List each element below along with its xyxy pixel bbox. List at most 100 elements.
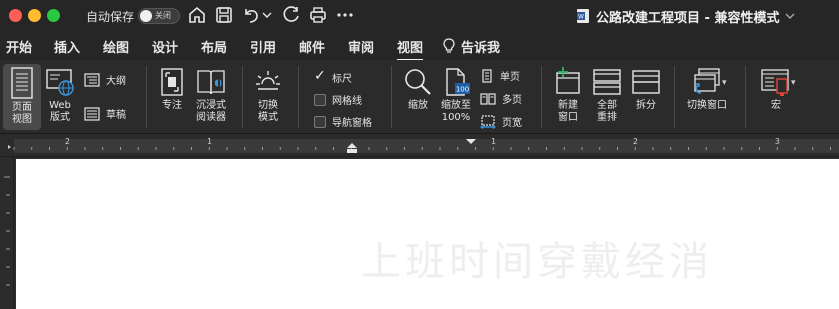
zoom-window-button[interactable]: [47, 9, 60, 22]
immersive-reader-button[interactable]: 沉浸式 阅读器: [191, 67, 231, 129]
tab-design[interactable]: 设计: [152, 37, 178, 56]
tab-layout[interactable]: 布局: [201, 37, 227, 56]
chevron-down-icon[interactable]: [785, 11, 795, 21]
document-title: 公路改建工程项目 - 兼容性模式: [596, 10, 780, 26]
vertical-ruler[interactable]: [0, 157, 14, 309]
ribbon-separator: [242, 66, 243, 128]
minimize-window-button[interactable]: [28, 9, 41, 22]
more-icon[interactable]: [335, 5, 355, 25]
switch-window-label: 切换窗口: [687, 100, 727, 111]
ribbon-separator: [745, 66, 746, 128]
zoom-100-icon: 100: [446, 68, 470, 96]
document-title-area[interactable]: W 公路改建工程项目 - 兼容性模式: [576, 7, 795, 26]
switch-mode-button[interactable]: 切换 模式: [250, 67, 286, 129]
tab-mailings[interactable]: 邮件: [299, 37, 325, 56]
new-window-button[interactable]: 新建 窗口: [550, 67, 586, 129]
ribbon-separator: [674, 66, 675, 128]
ruler-number: 3: [775, 137, 780, 146]
page-view-button[interactable]: 页面 视图: [3, 64, 41, 130]
ruler-number: 1: [491, 137, 496, 146]
zoom-label: 缩放: [408, 100, 428, 111]
view-ribbon: 页面 视图 Web 版式 大纲 草稿 专注 沉浸式 阅读器 切换 模式 ✓ 标尺…: [0, 60, 839, 134]
focus-icon: [161, 68, 183, 96]
tab-insert[interactable]: 插入: [54, 37, 80, 56]
focus-label: 专注: [162, 100, 182, 111]
vertical-ruler-markings: [4, 176, 10, 286]
zoom-100-label: 缩放至 100%: [441, 100, 471, 123]
outline-icon: [84, 72, 100, 87]
web-layout-button[interactable]: Web 版式: [43, 67, 77, 129]
page-width-icon: [480, 114, 496, 129]
ruler-number: 1: [207, 137, 212, 146]
tab-home[interactable]: 开始: [6, 37, 32, 56]
word-document-icon: W: [577, 9, 589, 23]
ruler-markings: [8, 139, 839, 153]
split-button[interactable]: 拆分: [628, 67, 664, 129]
macros-dropdown-icon[interactable]: ▾: [791, 78, 796, 88]
autosave-toggle[interactable]: 关闭: [138, 8, 180, 24]
svg-text:W: W: [578, 14, 584, 21]
ruler-checkbox[interactable]: 标尺: [314, 68, 352, 86]
gridlines-check[interactable]: [314, 93, 326, 106]
one-page-label: 单页: [500, 72, 520, 83]
new-window-icon: [556, 67, 580, 94]
title-bar: 自动保存 关闭 W 公路改建工程项目 - 兼容性模式: [0, 0, 839, 32]
sun-icon: [256, 71, 280, 90]
close-window-button[interactable]: [9, 9, 22, 22]
new-window-label: 新建 窗口: [558, 100, 578, 123]
document-page[interactable]: 上班时间穿戴经消: [16, 159, 839, 309]
zoom-100-button[interactable]: 100 缩放至 100%: [437, 67, 475, 129]
tab-view[interactable]: 视图: [397, 37, 424, 62]
outline-button[interactable]: 大纲: [84, 72, 126, 87]
ruler-check[interactable]: [314, 68, 326, 84]
focus-button[interactable]: 专注: [155, 67, 189, 129]
save-icon[interactable]: [214, 5, 234, 25]
tab-references[interactable]: 引用: [250, 37, 276, 56]
switch-mode-label: 切换 模式: [258, 100, 278, 123]
toggle-knob: [140, 10, 152, 22]
switch-window-dropdown-icon[interactable]: ▾: [722, 78, 727, 88]
page-width-button[interactable]: 页宽: [480, 114, 522, 129]
one-page-icon: [482, 68, 492, 83]
zoom-button[interactable]: 缩放: [400, 67, 436, 129]
ruler-label: 标尺: [332, 74, 352, 85]
arrange-all-label: 全部 重排: [597, 100, 617, 123]
nav-pane-checkbox[interactable]: 导航窗格: [314, 114, 372, 129]
tab-review[interactable]: 审阅: [348, 37, 374, 56]
horizontal-ruler[interactable]: 2 1 1 2 3: [0, 135, 839, 157]
switch-window-icon: [694, 68, 720, 94]
ribbon-separator: [541, 66, 542, 128]
multiple-pages-label: 多页: [502, 95, 522, 106]
gridlines-checkbox[interactable]: 网格线: [314, 92, 362, 107]
ribbon-separator: [146, 66, 147, 128]
draft-button[interactable]: 草稿: [84, 106, 126, 121]
macros-icon: [761, 69, 789, 96]
redo-icon[interactable]: [281, 5, 301, 25]
autosave-state: 关闭: [155, 11, 171, 20]
print-icon[interactable]: [308, 5, 328, 25]
home-icon[interactable]: [187, 5, 207, 25]
nav-pane-label: 导航窗格: [332, 118, 372, 129]
multiple-pages-button[interactable]: 多页: [480, 91, 522, 106]
ruler-number: 2: [65, 137, 70, 146]
document-text: 上班时间穿戴经消: [361, 239, 713, 285]
switch-window-button[interactable]: 切换窗口: [682, 67, 732, 129]
page-width-label: 页宽: [502, 118, 522, 129]
immersive-reader-label: 沉浸式 阅读器: [196, 100, 226, 123]
split-icon: [632, 70, 660, 94]
tab-tell-me[interactable]: 告诉我: [461, 37, 500, 56]
immersive-reader-icon: [197, 70, 225, 95]
tab-draw[interactable]: 绘图: [103, 37, 129, 56]
ruler-number: 2: [633, 137, 638, 146]
draft-icon: [84, 106, 100, 121]
undo-dropdown-icon[interactable]: [261, 5, 273, 25]
page-view-label: 页面 视图: [12, 102, 32, 125]
undo-icon[interactable]: [241, 5, 261, 25]
autosave-label: 自动保存: [86, 10, 135, 24]
one-page-button[interactable]: 单页: [480, 68, 520, 83]
arrange-all-button[interactable]: 全部 重排: [589, 67, 625, 129]
macros-button[interactable]: 宏: [755, 67, 797, 129]
nav-pane-check[interactable]: [314, 115, 326, 128]
page-view-icon: [11, 67, 33, 99]
macros-label: 宏: [771, 100, 781, 111]
